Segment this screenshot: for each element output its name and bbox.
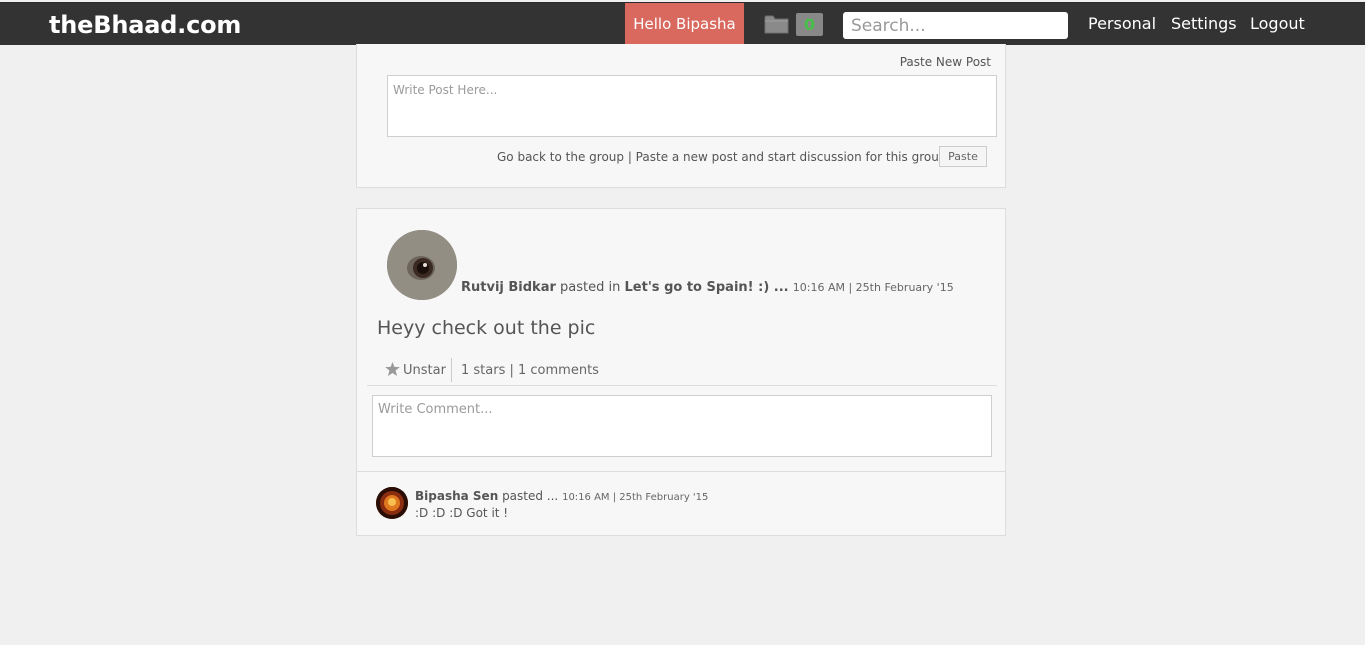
site-logo[interactable]: theBhaad.com: [49, 11, 241, 39]
comment-meta: Bipasha Sen pasted ... 10:16 AM | 25th F…: [415, 489, 708, 503]
post-stats[interactable]: 1 stars | 1 comments: [461, 363, 599, 378]
paste-new-post-label: Paste New Post: [899, 55, 991, 69]
notification-count-badge[interactable]: 0: [796, 13, 823, 36]
nav-personal-link[interactable]: Personal: [1088, 3, 1156, 45]
unstar-label: Unstar: [403, 363, 446, 378]
commenter-avatar[interactable]: [376, 487, 408, 519]
comment-verb: pasted ...: [502, 489, 559, 503]
comment-timestamp: 10:16 AM | 25th February '15: [562, 492, 709, 503]
nav-logout-link[interactable]: Logout: [1250, 3, 1305, 45]
comment-textarea[interactable]: [372, 395, 992, 457]
comments-divider: [357, 471, 1005, 472]
comment-author-link[interactable]: Bipasha Sen: [415, 489, 498, 503]
post-meta: Rutvij Bidkar pasted in Let's go to Spai…: [461, 280, 954, 295]
post-group-link[interactable]: Let's go to Spain! :) ...: [625, 280, 789, 295]
new-post-panel: Paste New Post Go back to the group | Pa…: [356, 44, 1006, 188]
nav-settings-link[interactable]: Settings: [1171, 3, 1237, 45]
comment-text: :D :D :D Got it !: [415, 506, 509, 520]
star-icon: [385, 362, 400, 376]
post-body: Heyy check out the pic: [377, 317, 596, 339]
post-card: Rutvij Bidkar pasted in Let's go to Spai…: [356, 208, 1006, 536]
new-post-hint: Go back to the group | Paste a new post …: [497, 150, 952, 164]
folder-icon[interactable]: [764, 13, 789, 35]
author-avatar-image: [387, 230, 457, 300]
new-post-textarea[interactable]: [387, 75, 997, 137]
top-navbar: theBhaad.com Hello Bipasha 0 Personal Se…: [0, 2, 1365, 45]
greeting-badge[interactable]: Hello Bipasha: [625, 3, 744, 45]
post-author-link[interactable]: Rutvij Bidkar: [461, 280, 556, 295]
post-actions-bar: Unstar 1 stars | 1 comments: [367, 355, 997, 386]
post-timestamp: 10:16 AM | 25th February '15: [792, 281, 954, 294]
unstar-button[interactable]: Unstar: [385, 362, 446, 378]
author-avatar[interactable]: [387, 230, 457, 300]
post-verb: pasted in: [560, 280, 621, 295]
actions-divider: [451, 358, 452, 382]
commenter-avatar-image: [376, 487, 408, 519]
search-input[interactable]: [843, 12, 1068, 39]
paste-button[interactable]: Paste: [939, 146, 987, 167]
